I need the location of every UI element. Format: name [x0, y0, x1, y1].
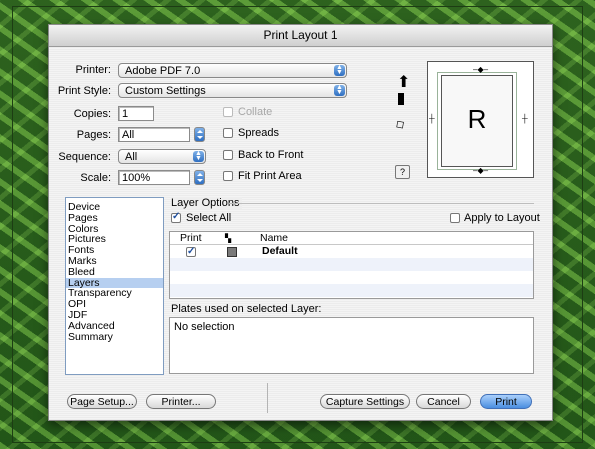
category-bleed[interactable]: Bleed	[66, 266, 163, 278]
printer-select[interactable]: Adobe PDF 7.0 ▲ ▼	[118, 63, 347, 78]
apply-to-layout-label: Apply to Layout	[464, 212, 540, 224]
fit-print-area-checkbox[interactable]	[223, 171, 233, 181]
layer-color-swatch	[227, 247, 237, 257]
layers-table: Print ▚ Name Default	[169, 231, 534, 299]
scale-stepper-icon[interactable]	[194, 170, 205, 185]
table-row	[170, 258, 533, 271]
layer-options-divider	[229, 203, 534, 204]
category-list[interactable]: Device Pages Colors Pictures Fonts Marks…	[65, 197, 164, 375]
collate-checkbox[interactable]	[223, 107, 233, 117]
top-crop-mark-icon: –◆–	[473, 65, 489, 74]
print-style-value: Custom Settings	[125, 85, 206, 97]
pages-field[interactable]: All	[118, 127, 190, 142]
page-setup-button[interactable]: Page Setup...	[67, 394, 137, 409]
pages-stepper-icon[interactable]	[194, 127, 205, 142]
scale-label: Scale:	[80, 172, 111, 184]
plates-box: No selection	[169, 317, 534, 374]
preview-letter: R	[467, 104, 487, 134]
print-style-label: Print Style:	[57, 85, 111, 97]
sequence-select[interactable]: All ▲ ▼	[118, 149, 206, 164]
select-all-label: Select All	[186, 212, 232, 224]
table-header: Print ▚ Name	[170, 232, 533, 245]
spreads-label: Spreads	[238, 127, 279, 139]
dialog-title: Print Layout 1	[49, 25, 552, 47]
column-name[interactable]: Name	[260, 232, 288, 244]
bottom-crop-mark-icon: –◆–	[473, 166, 489, 175]
popup-arrows-icon: ▲ ▼	[334, 64, 345, 76]
pages-label: Pages:	[76, 129, 111, 141]
sequence-value: All	[125, 151, 138, 163]
page-outline: R	[441, 75, 513, 167]
collate-label: Collate	[238, 106, 273, 118]
category-pages[interactable]: Pages	[66, 212, 163, 224]
printer-value: Adobe PDF 7.0	[125, 65, 201, 77]
spreads-checkbox[interactable]	[223, 128, 233, 138]
help-button[interactable]: ?	[395, 165, 410, 179]
printer-label: Printer:	[75, 64, 111, 76]
copies-label: Copies:	[73, 108, 111, 120]
table-row	[170, 271, 533, 284]
popup-arrows-icon: ▲ ▼	[193, 150, 204, 162]
select-all-checkbox[interactable]	[171, 211, 181, 223]
table-row[interactable]: Default	[170, 245, 533, 258]
plates-value: No selection	[174, 321, 235, 333]
page-preview: R –◆– –◆– ┼ ┼	[427, 61, 534, 178]
category-summary[interactable]: Summary	[66, 331, 163, 343]
scale-field[interactable]: 100%	[118, 170, 190, 185]
layer-name: Default	[262, 245, 298, 257]
table-row	[170, 284, 533, 297]
back-to-front-checkbox[interactable]	[223, 150, 233, 160]
capture-settings-button[interactable]: Capture Settings	[320, 394, 410, 409]
printer-button[interactable]: Printer...	[146, 394, 216, 409]
right-crop-mark-icon: ┼	[522, 114, 528, 123]
back-to-front-label: Back to Front	[238, 149, 304, 161]
fit-print-area-label: Fit Print Area	[238, 170, 302, 182]
cancel-button[interactable]: Cancel	[416, 394, 471, 409]
button-separator	[267, 383, 268, 413]
print-style-select[interactable]: Custom Settings ▲ ▼	[118, 83, 347, 98]
category-advanced[interactable]: Advanced	[66, 320, 163, 332]
plates-label: Plates used on selected Layer:	[171, 303, 322, 315]
color-column-icon: ▚	[225, 234, 232, 243]
copies-field[interactable]: 1	[118, 106, 154, 121]
left-crop-mark-icon: ┼	[429, 114, 435, 123]
column-print[interactable]: Print	[180, 232, 202, 244]
orientation-icon: ◇	[391, 115, 408, 133]
print-button[interactable]: Print	[480, 394, 532, 409]
paper-feed-bar-icon	[398, 93, 404, 105]
popup-arrows-icon: ▲ ▼	[334, 84, 345, 96]
sequence-label: Sequence:	[58, 151, 111, 163]
apply-to-layout-checkbox[interactable]	[450, 213, 460, 223]
paper-feed-arrow-icon: ⬆	[397, 74, 411, 91]
print-dialog: Print Layout 1 Printer: Adobe PDF 7.0 ▲ ▼…	[48, 24, 553, 421]
print-layer-checkbox[interactable]	[186, 245, 196, 258]
